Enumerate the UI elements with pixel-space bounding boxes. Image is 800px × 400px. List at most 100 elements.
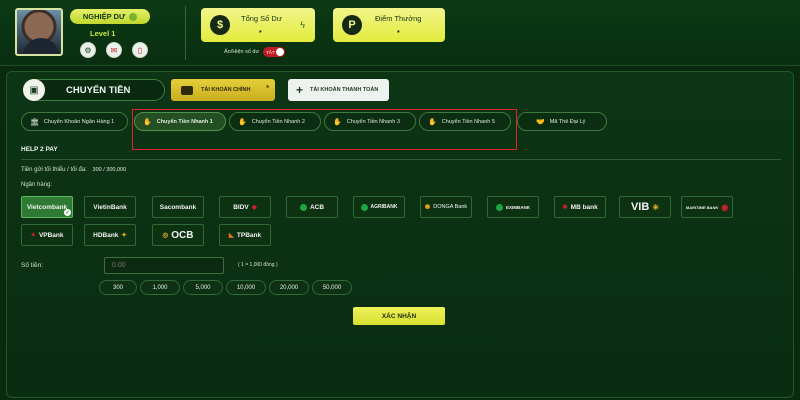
points-label: Điểm Thưởng	[375, 14, 422, 23]
header-divider	[185, 6, 186, 60]
tab-agent-code[interactable]: 🤝 Mã Thẻ Đại Lý	[517, 112, 607, 131]
phone-icon[interactable]: ▯	[132, 42, 148, 58]
bank-name: VietinBank	[93, 203, 127, 211]
bank-eximbank[interactable]: EXIMBANK	[487, 196, 539, 218]
vpbank-icon: ✦	[30, 232, 36, 239]
balance-visibility-row: Ẩn/Hiện số dư TẮT	[224, 47, 286, 57]
points-icon: P	[342, 15, 362, 35]
bank-dot-icon	[360, 203, 368, 211]
bank-name: ACB	[309, 203, 325, 211]
limit-value: 300 / 300,000	[92, 167, 127, 173]
bank-ocb[interactable]: ◎ OCB	[152, 224, 204, 246]
tab-label: Chuyển Tiền Nhanh 1	[156, 118, 213, 125]
bank-dot-icon	[299, 203, 307, 211]
bank-acb[interactable]: ACB	[286, 196, 338, 218]
balance-card[interactable]: $ Tổng Số Dư * ϟ	[201, 8, 315, 42]
plus-icon: +	[296, 83, 304, 97]
balance-visibility-toggle[interactable]: TẮT	[263, 47, 286, 57]
bank-name: Sacombank	[159, 203, 197, 211]
points-card[interactable]: P Điểm Thưởng *	[333, 8, 445, 42]
method-tabs: 🏛 Chuyển Khoản Ngân Hàng 1 ✋ Chuyển Tiền…	[7, 109, 795, 131]
bank-agribank[interactable]: AGRIBANK	[353, 196, 405, 218]
tab-fast-transfer-3[interactable]: ✋ Chuyển Tiền Nhanh 3	[324, 112, 416, 131]
donga-sun-icon: ✺	[424, 204, 431, 211]
bank-vietcombank[interactable]: Vietcombank ✓	[21, 196, 73, 218]
vip-label: NGHIỆP DƯ	[82, 12, 126, 21]
bank-maritime[interactable]: MARITIME BANK ◉	[681, 196, 733, 218]
tab-label: Chuyển Khoản Ngân Hàng 1	[43, 118, 115, 125]
maritime-flag-icon: ◉	[721, 202, 729, 212]
payment-account-label: TÀI KHOẢN THANH TOÁN	[310, 87, 379, 93]
bank-vib[interactable]: VIB ✳	[619, 196, 671, 218]
amount-input[interactable]	[104, 257, 224, 274]
balance-label: Tổng Số Dư	[241, 14, 282, 23]
payment-account-button[interactable]: + TÀI KHOẢN THANH TOÁN	[288, 79, 389, 101]
tab-fast-transfer-1[interactable]: ✋ Chuyển Tiền Nhanh 1	[134, 112, 226, 131]
tab-label: Chuyển Tiền Nhanh 2	[251, 118, 305, 125]
bank-name: HDBank	[93, 231, 119, 239]
chip-10000[interactable]: 10,000	[226, 280, 266, 295]
limit-row: Tiền gửi tối thiểu / tối đa: 300 / 300,0…	[21, 167, 126, 173]
tab-label: Chuyển Tiền Nhanh 3	[346, 118, 400, 125]
hand-cash-icon: ✋	[238, 118, 247, 126]
section-title: HELP 2 PAY	[21, 146, 58, 153]
tab-fast-transfer-5[interactable]: ✋ Chuyển Tiền Nhanh 5	[419, 112, 511, 131]
main-account-star: *	[266, 85, 269, 92]
bank-name: BIDV	[233, 203, 249, 211]
mail-icon[interactable]: ✉	[106, 42, 122, 58]
bank-mbbank[interactable]: ✸ MB bank	[554, 196, 606, 218]
bank-vietinbank[interactable]: VietinBank	[84, 196, 136, 218]
chip-20000[interactable]: 20,000	[269, 280, 309, 295]
coin-icon: $	[210, 15, 230, 35]
tab-label: Chuyển Tiền Nhanh 5	[441, 118, 495, 125]
section-divider	[21, 159, 781, 160]
bank-tpbank[interactable]: ◣ TPBank	[219, 224, 271, 246]
chip-300[interactable]: 300	[99, 280, 137, 295]
top-header: NGHIỆP DƯ Level 1 ⚙ ✉ ▯ $ Tổng Số Dư * ϟ…	[0, 0, 800, 66]
limit-label: Tiền gửi tối thiểu / tối đa:	[21, 167, 87, 173]
bank-name: TPBank	[236, 231, 262, 239]
tpbank-icon: ◣	[228, 232, 234, 239]
bank-sacombank[interactable]: Sacombank	[152, 196, 204, 218]
vip-badge: NGHIỆP DƯ	[70, 9, 150, 24]
amount-note: ( 1 = 1,000 đồng )	[238, 262, 278, 268]
bank-donga[interactable]: ✺ DONGA Bank	[420, 196, 472, 218]
ocb-circle-icon: ◎	[162, 232, 169, 239]
points-value: *	[397, 30, 400, 37]
bank-name: AGRIBANK	[370, 204, 398, 210]
bank-name: MARITIME BANK	[685, 204, 719, 210]
hand-cash-icon: ✋	[428, 118, 437, 126]
page-title-text: CHUYỂN TIỀN	[66, 85, 131, 96]
tab-fast-transfer-2[interactable]: ✋ Chuyển Tiền Nhanh 2	[229, 112, 321, 131]
bank-name: EXIMBANK	[505, 204, 530, 210]
wallet-small-icon	[181, 85, 193, 95]
tab-label: Mã Thẻ Đại Lý	[549, 118, 586, 125]
balance-value: *	[259, 30, 262, 37]
avatar[interactable]	[15, 8, 63, 56]
vib-burst-icon: ✳	[652, 202, 660, 212]
vip-dot-icon	[129, 12, 138, 21]
main-account-button[interactable]: TÀI KHOẢN CHÍNH *	[171, 79, 275, 101]
tab-bank-transfer-1[interactable]: 🏛 Chuyển Khoản Ngân Hàng 1	[21, 112, 128, 131]
mb-star-icon: ✸	[562, 204, 568, 211]
chip-50000[interactable]: 50,000	[312, 280, 352, 295]
toggle-state: TẮT	[266, 49, 275, 55]
refresh-bolt-icon[interactable]: ϟ	[300, 20, 305, 30]
profile-actions: ⚙ ✉ ▯	[80, 42, 148, 58]
bank-hdbank[interactable]: HDBank ✦	[84, 224, 136, 246]
main-account-label: TÀI KHOẢN CHÍNH	[201, 87, 251, 93]
hand-cash-icon: ✋	[333, 118, 342, 126]
bank-dot-icon	[495, 203, 503, 211]
bank-name: VIB	[630, 201, 650, 213]
handshake-icon: 🤝	[536, 118, 545, 126]
chip-1000[interactable]: 1,000	[140, 280, 180, 295]
bank-bidv[interactable]: BIDV ◆	[219, 196, 271, 218]
hdbank-icon: ✦	[121, 232, 127, 239]
confirm-button[interactable]: XÁC NHẬN	[353, 307, 445, 325]
user-settings-icon[interactable]: ⚙	[80, 42, 96, 58]
chip-5000[interactable]: 5,000	[183, 280, 223, 295]
quick-amount-chips: 300 1,000 5,000 10,000 20,000 50,000	[99, 280, 352, 295]
bank-name: OCB	[171, 229, 194, 241]
bank-name: VPBank	[38, 231, 64, 239]
bank-vpbank[interactable]: ✦ VPBank	[21, 224, 73, 246]
